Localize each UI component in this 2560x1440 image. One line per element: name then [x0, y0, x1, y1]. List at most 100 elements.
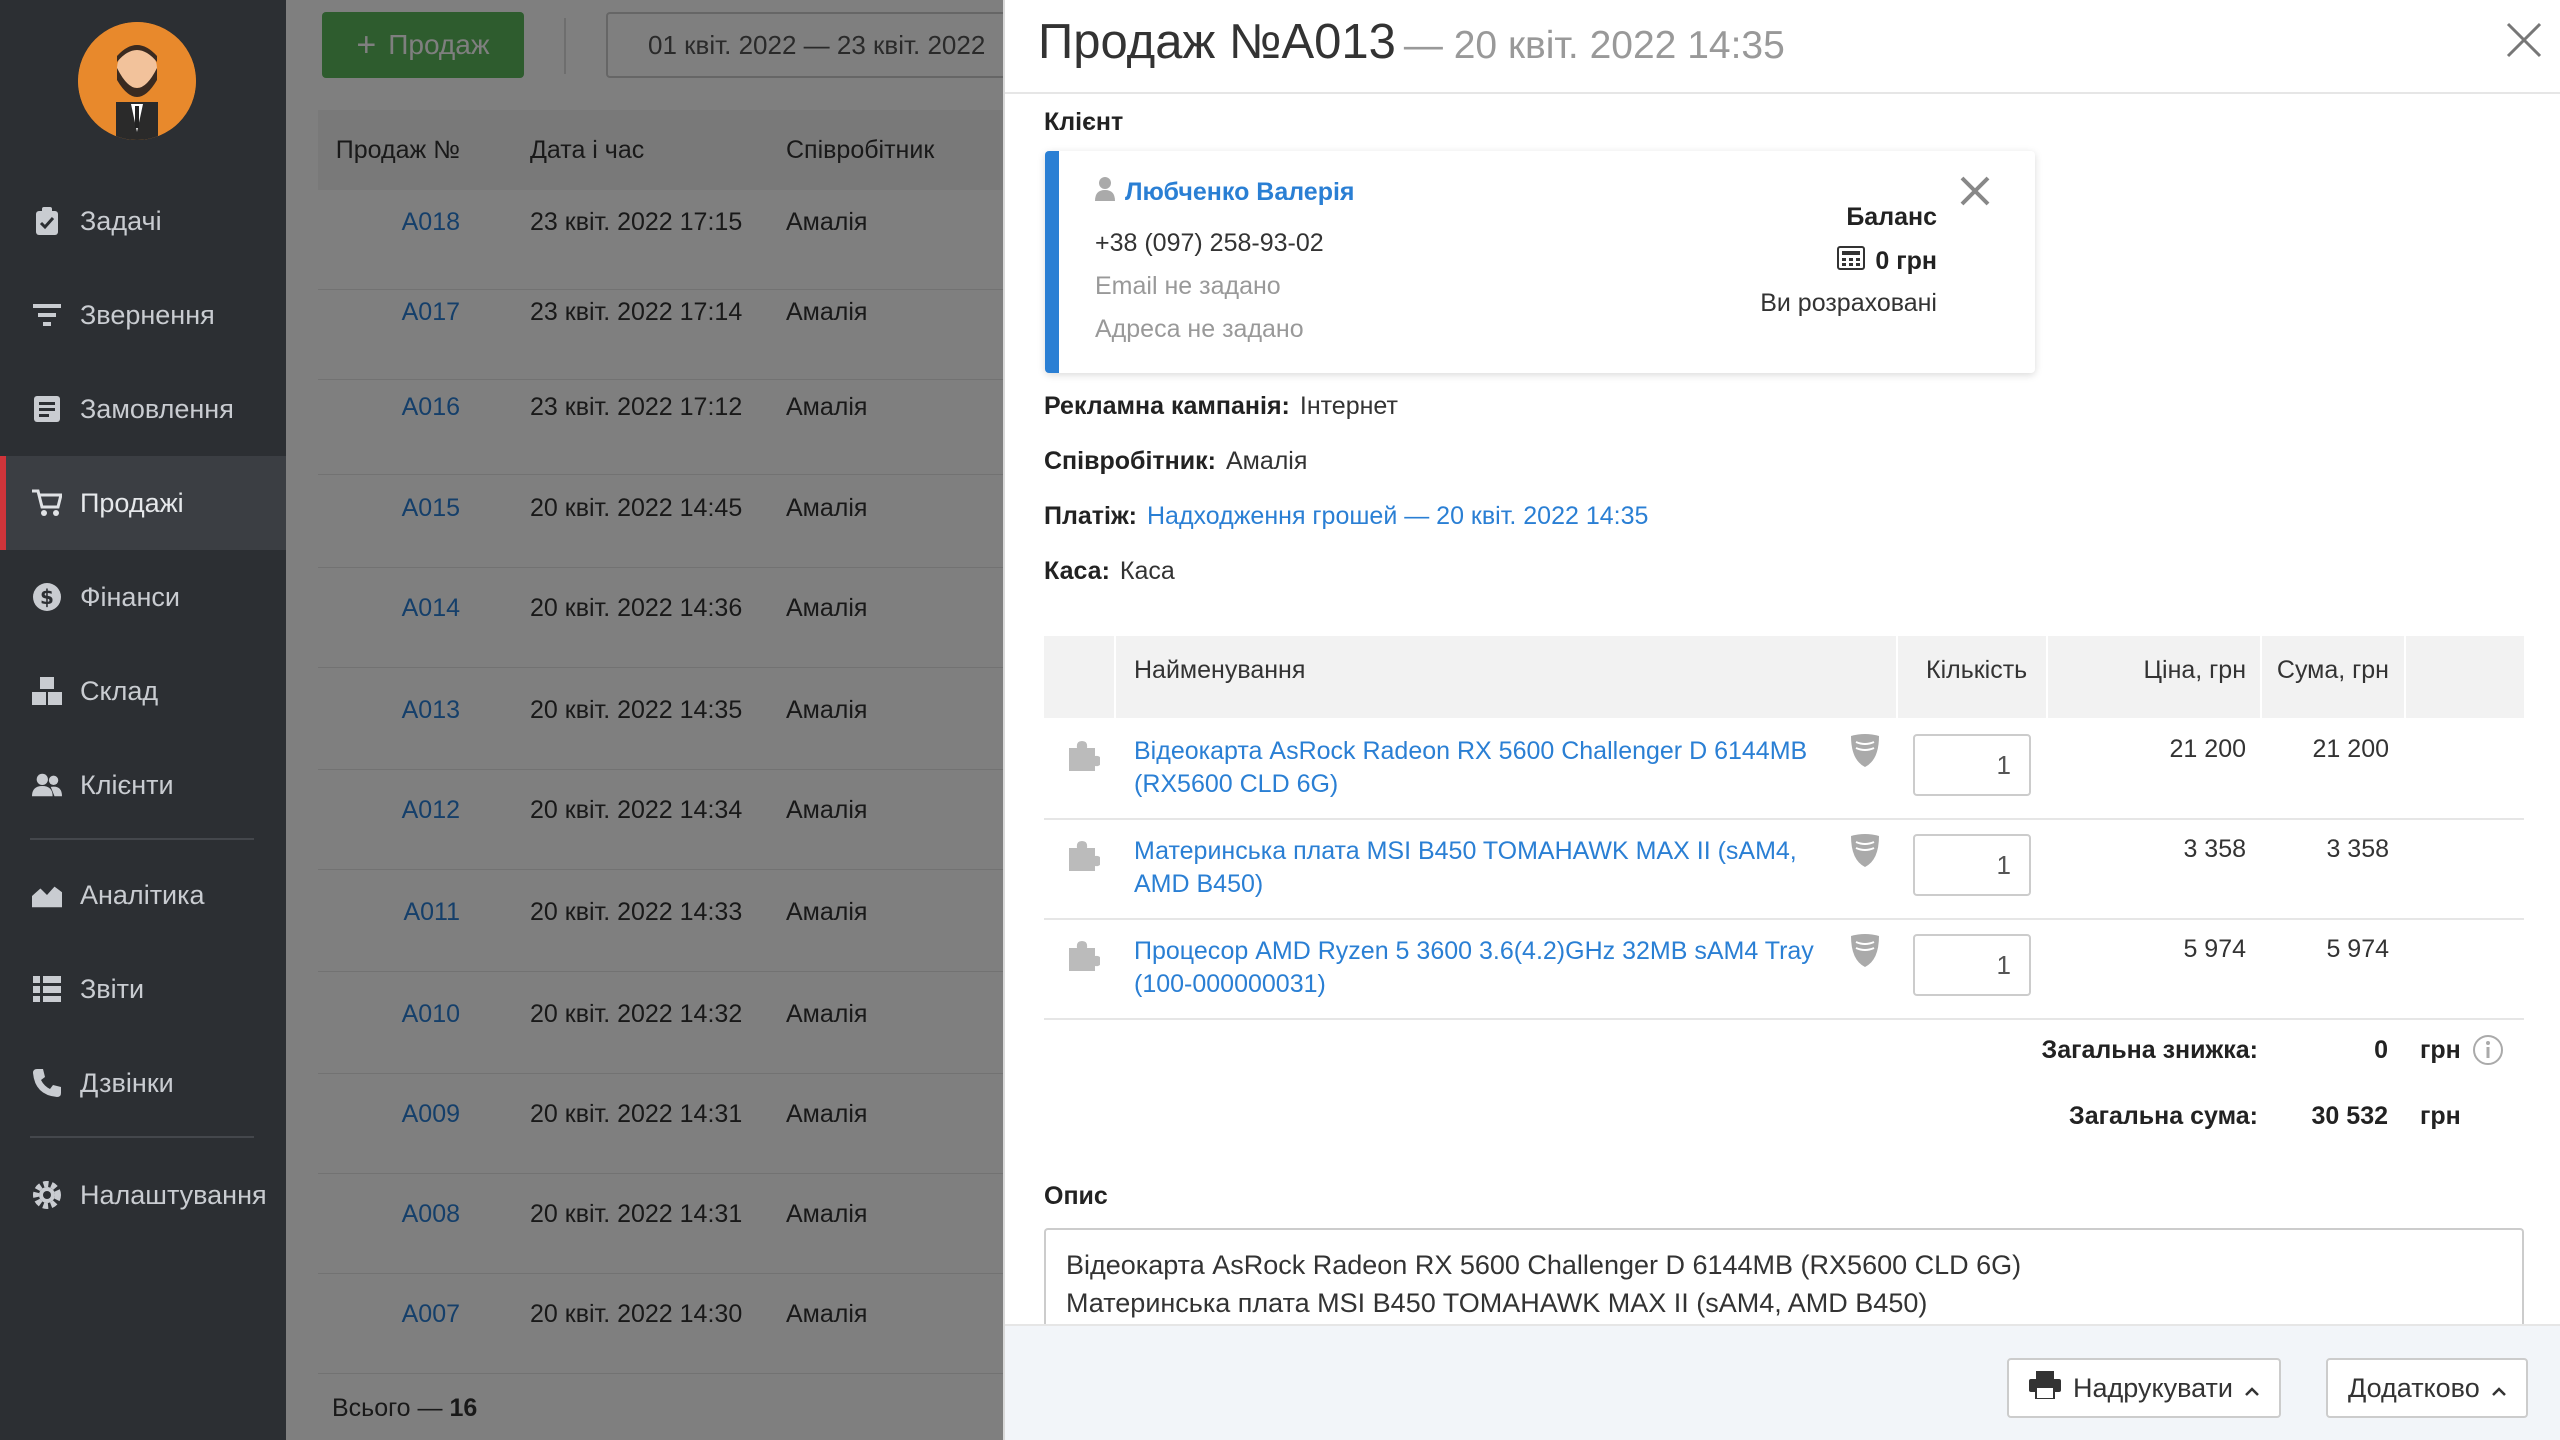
puzzle-icon [1066, 838, 1101, 872]
item-row: Материнська плата MSI B450 TOMAHAWK MAX … [1044, 820, 2524, 920]
print-button[interactable]: Надрукувати [2007, 1358, 2282, 1418]
close-icon[interactable] [2504, 20, 2544, 60]
dollar-icon: $ [32, 582, 62, 612]
column-header-name: Найменування [1134, 656, 1306, 684]
sidebar-item-finance[interactable]: $ Фінанси [0, 550, 286, 644]
campaign-value: Інтернет [1299, 392, 1398, 420]
more-actions-button[interactable]: Додатково [2326, 1358, 2528, 1418]
quantity-input[interactable]: 1 [1913, 734, 2031, 796]
sale-details-panel: Продаж №A013— 20 квіт. 2022 14:35 Клієнт… [1003, 0, 2560, 1440]
description-line: Материнська плата MSI B450 TOMAHAWK MAX … [1066, 1288, 1928, 1318]
sidebar-item-reports[interactable]: Звіти [0, 942, 286, 1036]
client-section-label: Клієнт [1044, 108, 1124, 136]
payment-link[interactable]: Надходження грошей — 20 квіт. 2022 14:35 [1147, 502, 1648, 531]
page-title: Продаж №A013— 20 квіт. 2022 14:35 [1038, 15, 1785, 69]
chevron-up-icon [2491, 1373, 2506, 1404]
balance-label: Баланс [1846, 203, 1937, 231]
info-icon[interactable] [2472, 1034, 2504, 1066]
sidebar-item-label: Звернення [80, 299, 215, 330]
quantity-input[interactable]: 1 [1913, 834, 2031, 896]
item-price: 21 200 [2169, 735, 2246, 763]
sidebar-item-label: Аналітика [80, 879, 205, 910]
quantity-input[interactable]: 1 [1913, 934, 2031, 996]
column-header-price: Ціна, грн [2143, 656, 2246, 684]
puzzle-icon [1066, 738, 1101, 772]
printer-icon [2029, 1370, 2061, 1406]
column-divider [1896, 636, 1898, 718]
sidebar-item-sales[interactable]: Продажі [0, 456, 286, 550]
column-divider [2260, 636, 2262, 718]
payment-row: Платіж: Надходження грошей — 20 квіт. 20… [1044, 502, 1649, 531]
remove-client-icon[interactable] [1959, 175, 1991, 207]
discount-label: Загальна знижка: [2041, 1036, 2258, 1064]
chevron-up-icon [2245, 1373, 2259, 1404]
warranty-shield-icon[interactable] [1850, 934, 1880, 968]
cash-register-icon [1837, 246, 1866, 277]
sidebar-item-label: Продажі [80, 487, 184, 518]
campaign-row: Рекламна кампанія: Інтернет [1044, 392, 1398, 420]
description-textarea[interactable]: Відеокарта AsRock Radeon RX 5600 Challen… [1044, 1228, 2524, 1338]
sidebar-item-label: Фінанси [80, 581, 180, 612]
warranty-shield-icon[interactable] [1850, 734, 1880, 768]
sidebar-item-clients[interactable]: Клієнти [0, 738, 286, 832]
sidebar-item-orders[interactable]: Замовлення [0, 362, 286, 456]
nav-divider [30, 1136, 254, 1138]
sidebar-item-warehouse[interactable]: Склад [0, 644, 286, 738]
panel-header: Продаж №A013— 20 квіт. 2022 14:35 [1005, 0, 2560, 94]
column-divider [2404, 636, 2406, 718]
cashbox-row: Каса: Каса [1044, 557, 1175, 585]
item-row: Відеокарта AsRock Radeon RX 5600 Challen… [1044, 720, 2524, 820]
column-header-qty: Кількість [1926, 656, 2028, 684]
column-divider [1114, 636, 1116, 718]
balance-value: 0 грн [1837, 246, 1937, 277]
cart-icon [32, 488, 62, 518]
warranty-shield-icon[interactable] [1850, 834, 1880, 868]
product-link[interactable]: Відеокарта AsRock Radeon RX 5600 Challen… [1134, 735, 1834, 801]
svg-text:$: $ [40, 585, 54, 609]
product-link[interactable]: Процесор AMD Ryzen 5 3600 3.6(4.2)GHz 32… [1134, 935, 1834, 1001]
clipboard-icon [32, 206, 62, 236]
order-icon [32, 394, 62, 424]
boxes-icon [32, 676, 62, 706]
sidebar-item-label: Клієнти [80, 769, 174, 800]
item-price: 3 358 [2183, 835, 2246, 863]
avatar[interactable] [78, 22, 196, 140]
nav-divider [30, 838, 254, 840]
sidebar-item-calls[interactable]: Дзвінки [0, 1036, 286, 1130]
sidebar: Задачі Звернення Замовлення Продажі $ Фі… [0, 0, 286, 1440]
item-row: Процесор AMD Ryzen 5 3600 3.6(4.2)GHz 32… [1044, 920, 2524, 1020]
item-sum: 3 358 [2326, 835, 2389, 863]
phone-icon [32, 1068, 62, 1098]
total-sum-value: 30 532 [2311, 1102, 2388, 1130]
sidebar-item-label: Налаштування [80, 1179, 267, 1210]
sidebar-item-settings[interactable]: Налаштування [0, 1148, 286, 1242]
sidebar-item-requests[interactable]: Звернення [0, 268, 286, 362]
cashbox-value: Каса [1119, 557, 1175, 585]
sidebar-item-tasks[interactable]: Задачі [0, 174, 286, 268]
item-sum: 5 974 [2326, 935, 2389, 963]
users-icon [32, 770, 62, 800]
item-sum: 21 200 [2312, 735, 2389, 763]
filter-icon [32, 300, 62, 330]
sidebar-item-analytics[interactable]: Аналітика [0, 848, 286, 942]
total-sum-unit: грн [2420, 1102, 2461, 1130]
client-email: Email не задано [1095, 272, 1281, 300]
sidebar-item-label: Замовлення [80, 393, 234, 424]
sidebar-item-label: Звіти [80, 973, 145, 1004]
balance-status: Ви розраховані [1760, 289, 1937, 317]
discount-value: 0 [2374, 1036, 2388, 1064]
person-icon [1095, 177, 1115, 208]
report-icon [32, 974, 62, 1004]
client-name-link[interactable]: Любченко Валерія [1095, 177, 1355, 208]
employee-value: Амалія [1225, 447, 1308, 475]
item-price: 5 974 [2183, 935, 2246, 963]
sidebar-item-label: Дзвінки [80, 1067, 174, 1098]
panel-footer: Надрукувати Додатково [1005, 1324, 2560, 1440]
description-label: Опис [1044, 1182, 1108, 1210]
product-link[interactable]: Материнська плата MSI B450 TOMAHAWK MAX … [1134, 835, 1834, 901]
discount-unit: грн [2420, 1036, 2461, 1064]
total-sum-label: Загальна сума: [2069, 1102, 2258, 1130]
column-header-sum: Сума, грн [2276, 656, 2389, 684]
column-divider [2046, 636, 2048, 718]
chart-icon [32, 880, 62, 910]
